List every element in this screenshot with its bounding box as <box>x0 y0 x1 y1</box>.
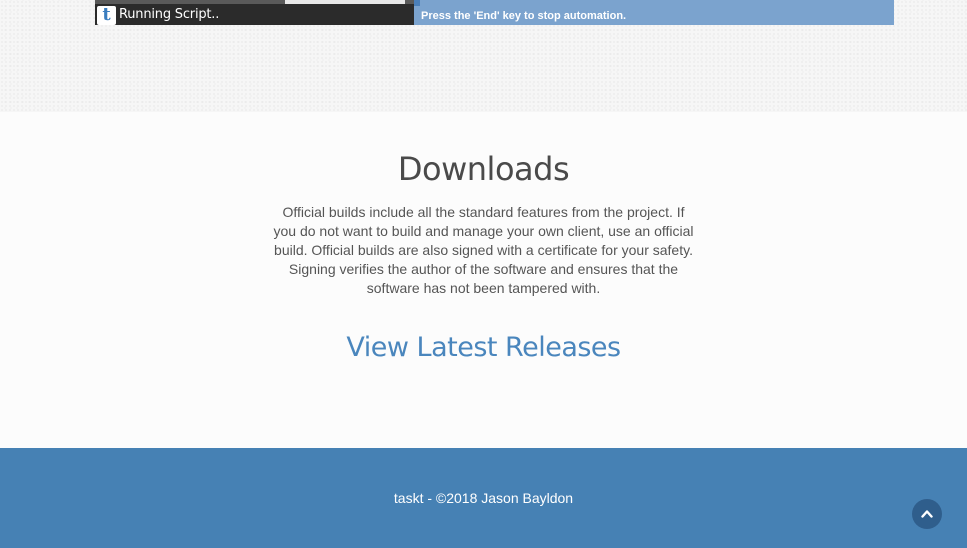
view-latest-releases-link[interactable]: View Latest Releases <box>0 332 967 363</box>
chevron-up-icon <box>921 510 933 518</box>
status-message: Press the 'End' key to stop automation. <box>421 10 627 22</box>
downloads-heading: Downloads <box>397 150 570 188</box>
downloads-description: Official builds include all the standard… <box>273 204 694 296</box>
window-top-strip <box>285 0 405 4</box>
downloads-section: Downloads Official builds include all th… <box>0 112 967 448</box>
top-banner: t Running Script.. Press the 'End' key t… <box>0 0 967 112</box>
taskt-logo-icon: t <box>97 6 116 25</box>
script-window-title: Running Script.. <box>119 7 220 22</box>
running-script-window: t Running Script.. <box>95 0 414 25</box>
automation-status-bar: Press the 'End' key to stop automation. <box>414 0 894 25</box>
status-bar-accent <box>414 0 420 6</box>
footer: taskt - ©2018 Jason Bayldon <box>0 448 967 548</box>
footer-credit: taskt - ©2018 Jason Bayldon <box>393 490 574 506</box>
back-to-top-button[interactable] <box>912 499 942 529</box>
